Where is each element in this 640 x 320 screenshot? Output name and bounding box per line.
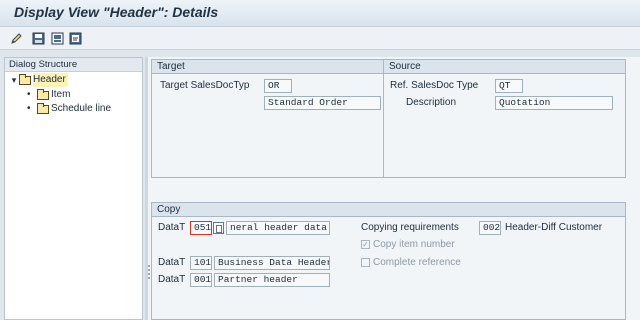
folder-icon: [37, 102, 49, 114]
target-group: Target: [151, 59, 384, 178]
dialog-structure-heading: Dialog Structure: [5, 58, 142, 72]
partner-data-text-field: Partner header: [214, 273, 330, 287]
source-group: Source: [383, 59, 626, 178]
source-group-heading: Source: [384, 60, 625, 74]
open-folder-icon: [19, 73, 31, 85]
partner-data-code-field[interactable]: 001: [190, 273, 212, 287]
title-bar: Display View "Header": Details: [0, 0, 640, 27]
value-help-icon[interactable]: [213, 222, 224, 234]
folder-icon: [37, 88, 49, 100]
resize-grip[interactable]: [148, 265, 150, 279]
bullet-icon: •: [27, 89, 31, 100]
save-icon[interactable]: [31, 31, 45, 45]
tree-item-label: Header: [33, 73, 68, 87]
tree-item-label: Item: [51, 89, 71, 100]
complete-reference-label: Complete reference: [373, 257, 461, 268]
expand-arrow-icon[interactable]: ▾: [9, 73, 19, 87]
business-data-text-field: Business Data Header: [214, 256, 330, 270]
business-data-transfer-label: DataT: [158, 257, 186, 268]
partner-data-transfer-label: DataT: [158, 274, 186, 285]
tree-item-schedule-line[interactable]: • Schedule line: [27, 102, 111, 116]
edit-icon[interactable]: [9, 31, 23, 45]
business-data-code-field[interactable]: 101: [190, 256, 212, 270]
bullet-icon: •: [27, 103, 31, 114]
ref-sales-doc-type-field[interactable]: QT: [495, 79, 523, 93]
details-area: Target Target SalesDocTyp OR Standard Or…: [148, 57, 640, 320]
tree-item-header[interactable]: ▾ Header: [9, 73, 142, 87]
copy-group-heading: Copy: [152, 203, 625, 217]
target-description-field[interactable]: Standard Order: [264, 96, 381, 110]
window-title: Display View "Header": Details: [14, 4, 219, 20]
ref-sales-doc-type-label: Ref. SalesDoc Type: [390, 80, 479, 91]
dialog-structure-pane: Dialog Structure ▾ Header • Item • Sched…: [4, 57, 143, 320]
export-icon[interactable]: [68, 31, 82, 45]
complete-reference-checkbox[interactable]: [361, 258, 370, 267]
copying-requirements-text: Header-Diff Customer: [505, 222, 603, 233]
header-data-code-field[interactable]: 051: [190, 221, 212, 235]
copy-item-number-label: Copy item number: [373, 239, 455, 250]
target-sales-doc-type-label: Target SalesDocTyp: [160, 80, 250, 91]
copy-data-transfer-label: DataT: [158, 222, 186, 233]
copying-requirements-label: Copying requirements: [361, 222, 459, 233]
tree-item-item[interactable]: • Item: [27, 88, 70, 102]
copy-item-number-checkbox[interactable]: ✓: [361, 240, 370, 249]
target-sales-doc-type-field[interactable]: OR: [264, 79, 292, 93]
save-as-icon[interactable]: [50, 31, 64, 45]
copying-requirements-code-field[interactable]: 002: [479, 221, 501, 235]
source-description-field[interactable]: Quotation: [495, 96, 613, 110]
tree-item-label: Schedule line: [51, 103, 112, 114]
target-group-heading: Target: [152, 60, 383, 74]
source-description-label: Description: [406, 97, 457, 108]
header-data-text-field: neral header data: [226, 221, 330, 235]
application-toolbar: [0, 27, 640, 50]
